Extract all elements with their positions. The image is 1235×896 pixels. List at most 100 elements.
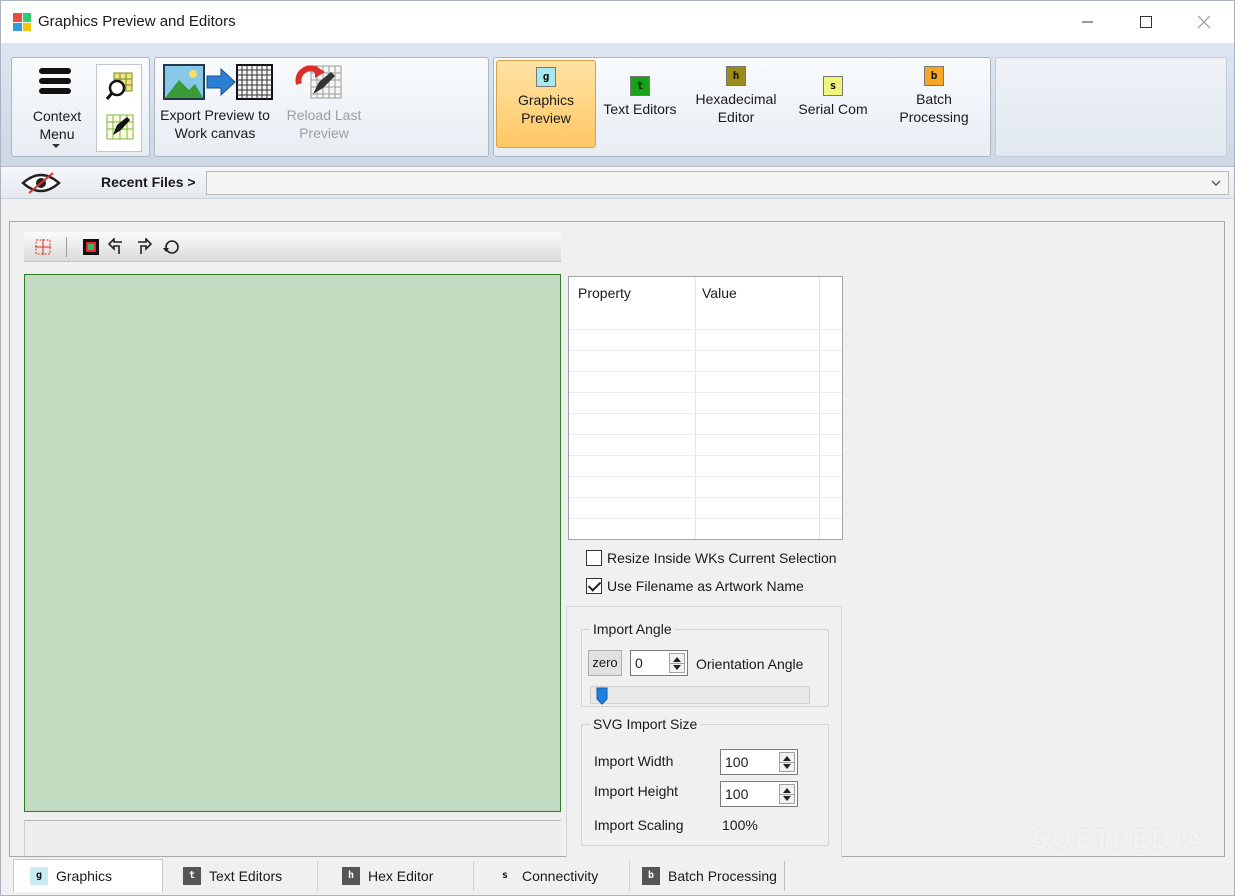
toolstrip-separator xyxy=(66,237,67,257)
fit-selection-icon[interactable] xyxy=(34,238,52,256)
bottom-tab-text-editors[interactable]: t Text Editors xyxy=(163,861,318,891)
import-angle-group: Import Angle zero 0 Orientation Angle xyxy=(581,621,829,707)
bottom-tab-connectivity[interactable]: s Connectivity xyxy=(474,861,630,891)
bottom-tab-graphics[interactable]: g Graphics xyxy=(13,859,163,892)
property-grid[interactable]: Property Value xyxy=(568,276,843,540)
graphics-tab-icon: g xyxy=(30,867,48,885)
import-angle-legend: Import Angle xyxy=(590,621,675,637)
serial-tab-icon: s xyxy=(501,870,509,881)
maximize-icon xyxy=(1140,16,1152,28)
resize-inside-label: Resize Inside WKs Current Selection xyxy=(607,550,837,566)
rotate-left-icon[interactable] xyxy=(108,238,126,256)
angle-slider-track[interactable] xyxy=(590,686,810,704)
import-height-label: Import Height xyxy=(594,783,679,799)
reload-preview-icon xyxy=(295,65,342,99)
orientation-angle-label: Orientation Angle xyxy=(696,656,804,672)
export-preview-label: Export Preview to Work canvas xyxy=(160,107,270,141)
import-width-stepper[interactable]: 100 xyxy=(720,749,798,775)
context-menu-button[interactable]: Context Menu xyxy=(12,58,96,156)
ribbon: Context Menu Export Preview to Work canv… xyxy=(1,43,1234,167)
main-window: Graphics Preview and Editors Context Men… xyxy=(0,0,1235,896)
quick-tools-pane xyxy=(96,64,142,152)
app-icon xyxy=(13,13,31,31)
preview-toolstrip xyxy=(24,232,561,262)
import-height-stepper[interactable]: 100 xyxy=(720,781,798,807)
ribbon-tab-hexadecimal-editor[interactable]: h Hexadecimal Editor xyxy=(688,60,784,148)
svg-import-size-group: SVG Import Size Import Width 100 Import … xyxy=(581,716,829,846)
magnify-preview-icon[interactable] xyxy=(105,71,135,101)
bottom-tab-strip: g Graphics t Text Editors h Hex Editor s… xyxy=(1,859,1234,895)
bottom-tab-label: Graphics xyxy=(56,868,113,884)
close-button[interactable] xyxy=(1175,1,1233,43)
resize-inside-checkbox-box[interactable] xyxy=(586,550,602,566)
ribbon-tab-graphics-preview[interactable]: g Graphics Preview xyxy=(496,60,596,148)
bottom-tab-hex-editor[interactable]: h Hex Editor xyxy=(318,861,474,891)
import-scaling-value: 100% xyxy=(722,817,758,833)
minimize-icon xyxy=(1082,21,1093,23)
import-width-value: 100 xyxy=(725,754,749,770)
use-filename-checkbox[interactable]: Use Filename as Artwork Name xyxy=(586,576,804,596)
bottom-tab-batch-processing[interactable]: b Batch Processing xyxy=(630,861,785,891)
ribbon-group-context: Context Menu xyxy=(11,57,150,157)
maximize-button[interactable] xyxy=(1117,1,1175,43)
ribbon-group-editors: g Graphics Preview t Text Editors h Hexa… xyxy=(493,57,991,157)
property-column-header: Property xyxy=(578,285,631,301)
use-filename-label: Use Filename as Artwork Name xyxy=(607,578,804,594)
rotate-reset-icon[interactable] xyxy=(162,238,180,256)
angle-stepper[interactable]: 0 xyxy=(630,650,688,676)
import-width-spin-arrows[interactable] xyxy=(779,752,795,772)
pen-grid-icon[interactable] xyxy=(105,111,135,141)
dropdown-arrow-icon xyxy=(52,144,60,148)
ribbon-group-empty xyxy=(995,57,1227,157)
graphics-preview-panel: Property Value Resize Inside WKs Current… xyxy=(9,221,1225,858)
ribbon-tab-batch-processing[interactable]: b Batch Processing xyxy=(884,60,984,148)
recent-files-label[interactable]: Recent Files > xyxy=(101,174,196,190)
title-bar: Graphics Preview and Editors xyxy=(1,1,1234,43)
bottom-tab-label: Batch Processing xyxy=(668,868,777,884)
export-to-canvas-icon xyxy=(163,64,273,100)
resize-inside-checkbox[interactable]: Resize Inside WKs Current Selection xyxy=(586,548,837,568)
use-filename-checkbox-box[interactable] xyxy=(586,578,602,594)
ribbon-tab-label: Serial Com xyxy=(798,101,868,117)
ribbon-tab-text-editors[interactable]: t Text Editors xyxy=(598,70,682,158)
import-width-label: Import Width xyxy=(594,753,674,769)
preview-status-area xyxy=(24,820,561,856)
ribbon-tab-label: Processing xyxy=(899,109,969,125)
batch-badge-icon: b xyxy=(924,66,944,86)
chevron-down-icon xyxy=(1211,180,1221,186)
angle-value: 0 xyxy=(635,655,643,671)
angle-slider-thumb[interactable] xyxy=(596,687,608,705)
ribbon-tab-label: Editor xyxy=(717,109,755,125)
color-frame-icon[interactable] xyxy=(82,238,100,256)
import-height-value: 100 xyxy=(725,786,749,802)
import-options-panel: Import Angle zero 0 Orientation Angle SV… xyxy=(566,606,842,858)
hide-preview-eye-icon[interactable] xyxy=(21,171,61,195)
svg-import-size-legend: SVG Import Size xyxy=(590,716,701,732)
hex-tab-icon: h xyxy=(342,867,360,885)
angle-spin-arrows[interactable] xyxy=(669,653,685,673)
serial-badge-icon: s xyxy=(823,76,843,96)
ribbon-tab-label: Preview xyxy=(521,110,571,126)
bottom-tab-label: Text Editors xyxy=(209,868,283,884)
ribbon-tab-label: Graphics xyxy=(517,92,575,108)
softpedia-watermark: SOFTPEDIA xyxy=(1031,825,1205,855)
ribbon-group-export: Export Preview to Work canvas Reload Las… xyxy=(154,57,489,157)
batch-tab-icon: b xyxy=(642,867,660,885)
zero-angle-button[interactable]: zero xyxy=(588,650,622,676)
window-title: Graphics Preview and Editors xyxy=(38,13,236,30)
reload-last-preview-label: Reload Last Preview xyxy=(286,107,362,141)
minimize-button[interactable] xyxy=(1059,1,1117,43)
ribbon-tab-label: Text Editors xyxy=(603,101,677,117)
rotate-right-icon[interactable] xyxy=(134,238,152,256)
reload-last-preview-button[interactable]: Reload Last Preview xyxy=(277,58,373,156)
bottom-tab-label: Hex Editor xyxy=(368,868,434,884)
preview-canvas[interactable] xyxy=(24,274,561,812)
recent-files-bar: Recent Files > xyxy=(1,167,1234,199)
recent-files-dropdown[interactable] xyxy=(206,171,1229,195)
ribbon-tab-label: Hexadecimal xyxy=(695,91,777,107)
import-height-spin-arrows[interactable] xyxy=(779,784,795,804)
value-column-header: Value xyxy=(702,285,737,301)
ribbon-tab-serial-com[interactable]: s Serial Com xyxy=(790,70,876,158)
context-menu-label: Context Menu xyxy=(32,108,82,142)
export-preview-button[interactable]: Export Preview to Work canvas xyxy=(155,58,277,156)
